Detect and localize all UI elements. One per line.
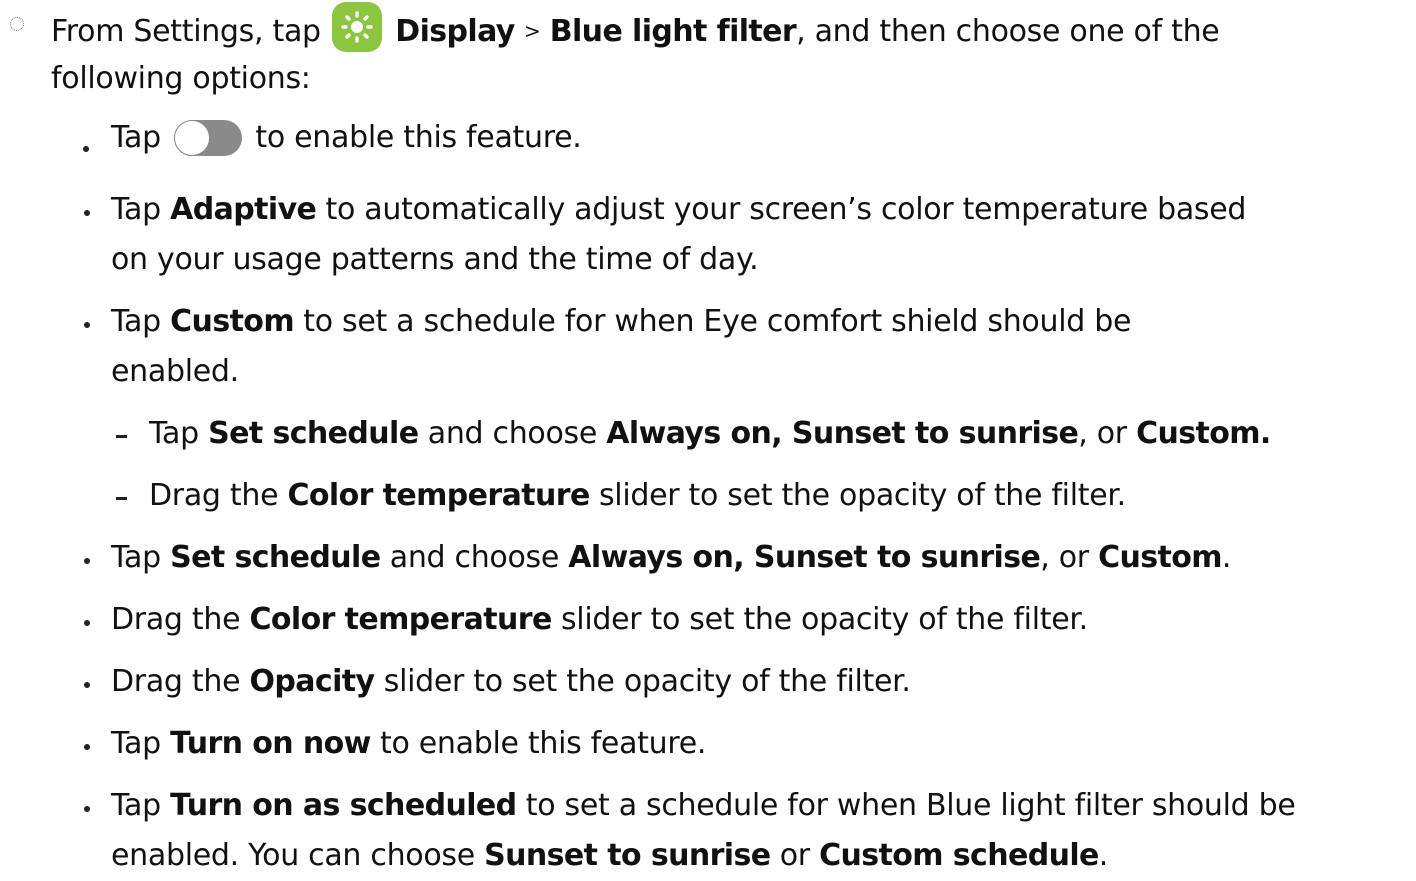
option-bold: Color temperature (249, 602, 552, 637)
option-text: Drag the (149, 478, 279, 513)
option-text: to set a schedule for when Eye comfort s… (303, 304, 1132, 339)
option-adaptive-line-2: on your usage patterns and the time of d… (111, 235, 759, 285)
option-bold: Turn on as scheduled (170, 788, 517, 823)
option-text: enabled. You can choose (111, 838, 475, 873)
option-bold: Adaptive (170, 192, 317, 227)
bullet (84, 620, 90, 626)
option-custom: Tap Custom to set a schedule for when Ey… (111, 297, 1131, 347)
settings-gear-icon (332, 2, 383, 52)
option-bold: Custom (1098, 540, 1222, 575)
option-adaptive: Tap Adaptive to automatically adjust you… (111, 185, 1246, 235)
step-prefix: From Settings, tap (51, 14, 321, 49)
step-line-1: From Settings, tap Display > Blue light … (51, 2, 1220, 57)
option-text: Tap (111, 192, 161, 227)
step-line-2: following options: (51, 54, 311, 104)
option-text: Tap (111, 726, 161, 761)
option-bold: Turn on now (170, 726, 371, 761)
bullet (84, 806, 90, 812)
option-set-schedule: Tap Set schedule and choose Always on, S… (111, 533, 1231, 583)
bullet (84, 744, 90, 750)
option-turn-on-as-scheduled: Tap Turn on as scheduled to set a schedu… (111, 781, 1296, 831)
option-text: on your usage patterns and the time of d… (111, 242, 759, 277)
option-text: and choose (427, 416, 598, 451)
option-text: Drag the (111, 602, 241, 637)
bullet (84, 322, 90, 328)
option-text: , or (1078, 416, 1127, 451)
option-text: , or (1040, 540, 1089, 575)
option-bold: Color temperature (287, 478, 590, 513)
option-bold: Always on, Sunset to sunrise (568, 540, 1041, 575)
option-text: slider to set the opacity of the filter. (383, 664, 911, 699)
step-marker (10, 17, 24, 31)
sub-option-color-temperature: Drag the Color temperature slider to set… (149, 471, 1126, 521)
option-text: slider to set the opacity of the filter. (560, 602, 1088, 637)
option-text: to set a schedule for when Blue light fi… (525, 788, 1296, 823)
option-text: enabled. (111, 354, 239, 389)
dash (116, 435, 127, 438)
path-display: Display (395, 14, 515, 49)
option-text: Tap (111, 304, 161, 339)
option-text: and choose (389, 540, 560, 575)
bullet (84, 682, 90, 688)
step-suffix-1: , and then choose one of the (796, 14, 1220, 49)
dash (116, 497, 127, 500)
option-text: slider to set the opacity of the filter. (598, 478, 1126, 513)
option-bold: Always on, Sunset to sunrise (606, 416, 1079, 451)
toggle-icon (174, 120, 243, 156)
option-bold: Custom. (1136, 416, 1271, 451)
option-text: Tap (111, 120, 161, 155)
option-bold: Sunset to sunrise (484, 838, 771, 873)
bullet (84, 210, 90, 216)
option-bold: Set schedule (208, 416, 419, 451)
option-custom-line-2: enabled. (111, 347, 239, 397)
sub-option-set-schedule: Tap Set schedule and choose Always on, S… (149, 409, 1271, 459)
step-suffix-2: following options: (51, 61, 311, 96)
option-bold: Set schedule (170, 540, 381, 575)
option-bold: Custom schedule (819, 838, 1099, 873)
option-text: to automatically adjust your screen’s co… (325, 192, 1247, 227)
option-text: to enable this feature. (255, 120, 582, 155)
instruction-document: From Settings, tap Display > Blue light … (0, 0, 1416, 873)
option-bold: Custom (170, 304, 294, 339)
option-color-temperature: Drag the Color temperature slider to set… (111, 595, 1088, 645)
bullet (84, 558, 90, 564)
option-bold: Opacity (249, 664, 375, 699)
bullet (83, 146, 89, 152)
option-text: Drag the (111, 664, 241, 699)
toggle-knob (174, 120, 211, 156)
option-text: Tap (111, 788, 161, 823)
option-opacity: Drag the Opacity slider to set the opaci… (111, 657, 911, 707)
path-blue-light-filter: Blue light filter (549, 14, 797, 49)
option-turn-on-now: Tap Turn on now to enable this feature. (111, 719, 706, 769)
option-text: or (779, 838, 810, 873)
option-text: . (1221, 540, 1232, 575)
option-text: Tap (111, 540, 161, 575)
option-turn-on-as-scheduled-line-2: enabled. You can choose Sunset to sunris… (111, 831, 1108, 881)
path-separator: > (524, 19, 541, 43)
option-toggle: Tap to enable this feature. (111, 113, 582, 163)
option-text: . (1098, 838, 1109, 873)
option-text: to enable this feature. (380, 726, 707, 761)
option-text: Tap (149, 416, 199, 451)
